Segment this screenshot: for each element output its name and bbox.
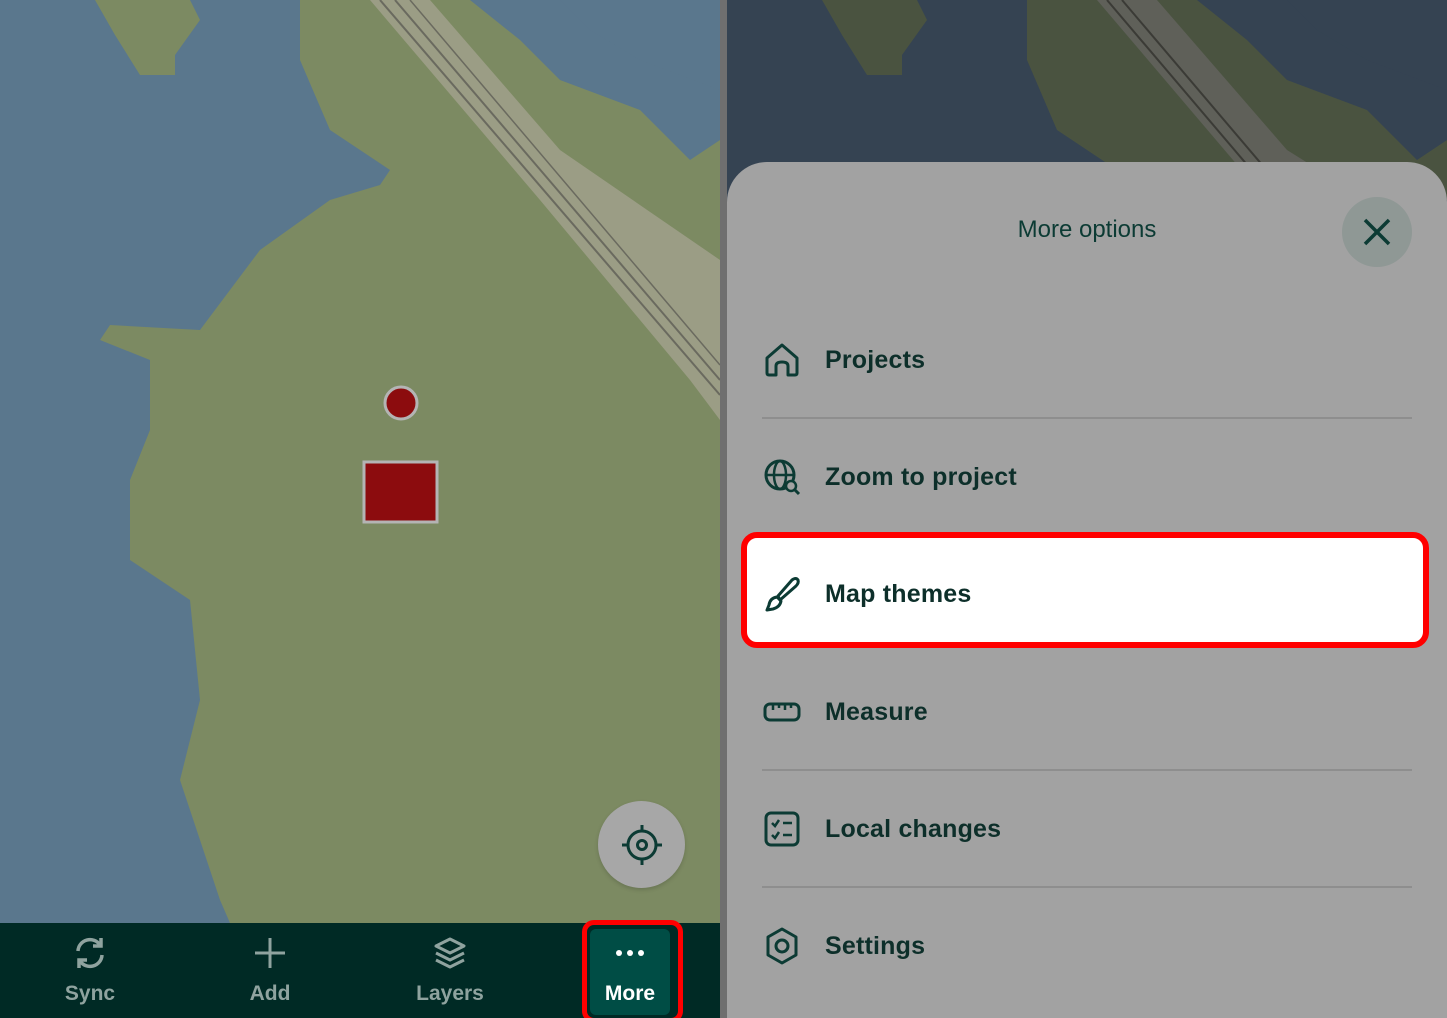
menu-item-settings[interactable]: Settings bbox=[762, 896, 1412, 996]
left-screen: Sync Add Layers More bbox=[0, 0, 720, 1018]
menu-item-label: Measure bbox=[825, 697, 928, 726]
screen-divider bbox=[720, 0, 727, 1018]
nav-layers-label: Layers bbox=[416, 982, 484, 1005]
brush-icon bbox=[765, 577, 800, 612]
nav-add-button[interactable]: Add bbox=[200, 923, 340, 1018]
menu-item-label: Settings bbox=[825, 931, 926, 960]
menu-item-label: Projects bbox=[825, 345, 926, 374]
close-button[interactable] bbox=[1342, 197, 1412, 267]
sync-icon bbox=[76, 937, 104, 969]
layers-icon bbox=[434, 937, 466, 969]
menu-item-local-changes[interactable]: Local changes bbox=[762, 779, 1412, 879]
divider bbox=[762, 417, 1412, 419]
crosshair-icon bbox=[621, 824, 662, 865]
nav-layers-button[interactable]: Layers bbox=[380, 923, 520, 1018]
ruler-icon bbox=[763, 702, 801, 722]
globe-search-icon bbox=[764, 459, 801, 496]
menu-item-projects[interactable]: Projects bbox=[762, 310, 1412, 410]
nav-add-label: Add bbox=[249, 982, 291, 1005]
right-screen: More options Projects Zoom to project Ma… bbox=[727, 0, 1447, 1018]
home-icon bbox=[765, 343, 799, 377]
highlight-more-button bbox=[582, 920, 683, 1018]
plus-icon bbox=[255, 938, 285, 968]
close-icon bbox=[1363, 218, 1391, 246]
divider bbox=[762, 769, 1412, 771]
settings-icon bbox=[766, 927, 798, 965]
menu-item-label: Map themes bbox=[825, 579, 972, 608]
more-options-sheet: More options Projects Zoom to project Ma… bbox=[727, 162, 1447, 1018]
menu-item-map-themes[interactable]: Map themes bbox=[762, 544, 1412, 644]
nav-sync-label: Sync bbox=[64, 982, 116, 1005]
checklist-icon bbox=[764, 811, 800, 847]
menu-item-label: Local changes bbox=[825, 814, 1002, 843]
map-canvas[interactable] bbox=[0, 0, 720, 923]
menu-item-measure[interactable]: Measure bbox=[762, 662, 1412, 762]
menu-item-zoom-to-project[interactable]: Zoom to project bbox=[762, 427, 1412, 527]
divider bbox=[762, 886, 1412, 888]
nav-sync-button[interactable]: Sync bbox=[20, 923, 160, 1018]
locate-button[interactable] bbox=[598, 801, 685, 888]
menu-item-label: Zoom to project bbox=[825, 462, 1017, 491]
sheet-title: More options bbox=[1017, 216, 1157, 243]
